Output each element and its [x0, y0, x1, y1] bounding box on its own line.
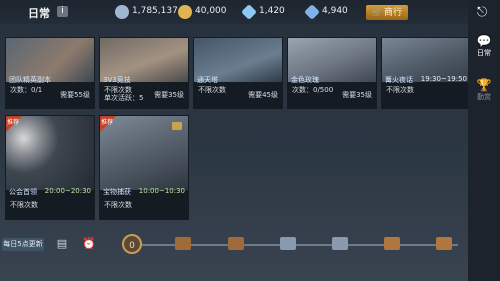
daily-reset-label: 每日5点更新	[2, 238, 44, 251]
activity-time: 19:30~19:50	[420, 75, 467, 83]
cart-icon: 🛒	[372, 8, 382, 17]
activity-requirement: 需要35级	[342, 91, 372, 99]
shop-label: 商行	[383, 8, 402, 18]
currency-value: 4,940	[322, 6, 348, 16]
trophy-icon: 🏆	[476, 78, 492, 92]
diamond-icon	[241, 4, 257, 20]
bound-gem-icon	[115, 5, 129, 19]
activity-count: 次数：0/500	[292, 86, 334, 94]
activity-card-1[interactable]: 3V3竞技 不限次数 单次活跃：5 需要35级	[99, 37, 189, 109]
activity-points: 0	[122, 234, 142, 254]
tab-label: 勤赏	[477, 93, 491, 101]
calendar-icon[interactable]: ▤	[55, 237, 69, 251]
reward-chest-3[interactable]	[280, 237, 296, 250]
activity-count: 不限次数	[10, 201, 38, 209]
tab-daily[interactable]: 💬 日常	[470, 34, 498, 58]
reward-chest-2[interactable]	[228, 237, 244, 250]
activity-time: 10:00~10:30	[138, 187, 185, 195]
activity-requirement: 需要35级	[154, 91, 184, 99]
activity-card-4[interactable]: 篝火夜话 19:30~19:50 不限次数	[381, 37, 471, 109]
recommend-tag-text: 推荐	[7, 119, 20, 126]
tab-reward[interactable]: 🏆 勤赏	[470, 78, 498, 102]
activity-name: 公会首领	[9, 188, 37, 196]
reward-chest-1[interactable]	[175, 237, 191, 250]
activity-requirement: 需要55级	[60, 91, 90, 99]
exit-icon[interactable]: ⎋	[477, 5, 487, 20]
page-title: 日常	[28, 7, 50, 20]
activity-card-3[interactable]: 金色玫瑰 次数：0/500 需要35级	[287, 37, 377, 109]
activity-name: 宝物捕获	[103, 188, 131, 196]
shop-button[interactable]: 🛒 商行	[366, 5, 408, 20]
activity-card-0[interactable]: 团队精英副本 次数：0/1 需要55级	[5, 37, 95, 109]
treasure-chest-icon	[172, 122, 182, 130]
activity-time: 20:00~20:30	[44, 187, 91, 195]
activity-requirement: 需要45级	[248, 91, 278, 99]
reward-chest-6[interactable]	[436, 237, 452, 250]
chat-icon: 💬	[476, 34, 492, 48]
activity-name: 通天塔	[197, 76, 218, 84]
recommend-tag-text: 推荐	[101, 119, 114, 126]
gold-coin-icon	[178, 5, 192, 19]
currency-value: 40,000	[195, 6, 227, 16]
tab-label: 日常	[477, 49, 491, 57]
clock-icon[interactable]: ⏰	[82, 237, 96, 251]
activity-card-5[interactable]: 推荐 公会首领 20:00~20:30 不限次数	[5, 115, 95, 220]
currency-value: 1,785,137	[132, 6, 178, 16]
currency-value: 1,420	[259, 6, 285, 16]
top-bar: 日常 i 1,785,137 40,000 1,420 4,940 🛒 商行	[0, 0, 468, 24]
activity-count: 不限次数	[198, 86, 226, 94]
activity-card-2[interactable]: 通天塔 不限次数 需要45级	[193, 37, 283, 109]
activity-card-6[interactable]: 推荐 宝物捕获 10:00~10:30 不限次数	[99, 115, 189, 220]
activity-name: 团队精英副本	[9, 76, 51, 84]
activity-count: 不限次数	[104, 201, 132, 209]
activity-active: 单次活跃：5	[104, 94, 144, 102]
reward-chest-4[interactable]	[332, 237, 348, 250]
activity-name: 金色玫瑰	[291, 76, 319, 84]
activity-count: 次数：0/1	[10, 86, 43, 94]
activity-name: 篝火夜话	[385, 76, 413, 84]
activity-name: 3V3竞技	[103, 76, 131, 84]
info-icon[interactable]: i	[57, 6, 68, 17]
activity-count: 不限次数	[386, 86, 414, 94]
bound-diamond-icon	[304, 4, 320, 20]
reward-chest-5[interactable]	[384, 237, 400, 250]
